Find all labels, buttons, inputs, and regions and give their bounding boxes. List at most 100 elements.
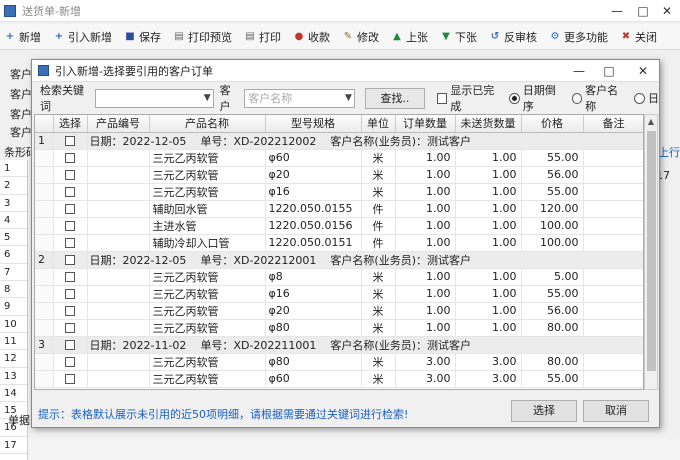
row-pending-qty: 1.00	[455, 234, 522, 252]
group-select-cell[interactable]	[53, 251, 88, 269]
header-unit[interactable]: 单位	[361, 115, 396, 133]
order-line-row[interactable]: 辅助冷却入口管 1220.050.0151 件 1.00 1.00 100.00	[35, 234, 643, 252]
main-title-bar: 送货单-新增 — □ ✕	[0, 0, 680, 22]
order-line-row[interactable]: 三元乙丙软管 φ16 米 1.00 1.00 55.00	[35, 183, 643, 201]
checkbox[interactable]	[65, 272, 75, 282]
scroll-thumb[interactable]	[647, 131, 656, 371]
row-select-cell[interactable]	[53, 183, 88, 201]
toolbar-button-unapprove[interactable]: ↺ 反审核	[489, 29, 537, 45]
toolbar-button-up-arrow[interactable]: ▲ 上张	[391, 29, 428, 45]
row-select-cell[interactable]	[53, 149, 88, 167]
sort-date-desc-radio[interactable]: 日期倒序	[509, 82, 563, 114]
checkbox[interactable]	[65, 374, 75, 384]
row-select-cell[interactable]	[53, 268, 88, 286]
row-order-qty: 1.00	[395, 268, 456, 286]
order-line-row[interactable]: 主进水管 1220.050.0156 件 1.00 1.00 100.00	[35, 217, 643, 235]
header-pending-qty[interactable]: 未送货数量	[455, 115, 522, 133]
order-group-row[interactable]: 1 日期：2022-12-05 单号：XD-202212002 客户名称(业务员)：测…	[35, 132, 643, 150]
up-arrow-icon: ▲	[393, 30, 401, 42]
checkbox[interactable]	[65, 170, 75, 180]
checkbox[interactable]	[65, 204, 75, 214]
toolbar-button-print[interactable]: ▤ 打印	[244, 29, 281, 45]
toolbar-button-receipt[interactable]: ● 收款	[293, 29, 330, 45]
toolbar-button-more[interactable]: ⚙ 更多功能	[549, 29, 608, 45]
scroll-up-icon[interactable]: ▲	[645, 115, 657, 129]
group-customer-label: 客户名称(业务员)：	[330, 253, 427, 267]
checkbox[interactable]	[65, 323, 75, 333]
order-group-row[interactable]: 2 日期：2022-12-05 单号：XD-202212001 客户名称(业务员)：测…	[35, 251, 643, 269]
order-line-row[interactable]: 三元乙丙软管 φ80 米 3.00 3.00 80.00	[35, 353, 643, 371]
sort-customer-radio[interactable]: 客户名称	[571, 82, 626, 114]
show-completed-checkbox[interactable]: 显示已完成	[436, 82, 502, 114]
radio-unselected[interactable]	[571, 92, 583, 104]
row-select-cell[interactable]	[53, 217, 88, 235]
row-remark	[583, 183, 643, 201]
maximize-button[interactable]: □	[630, 0, 656, 22]
checkbox[interactable]	[65, 306, 75, 316]
radio-unselected[interactable]	[634, 92, 645, 104]
order-line-row[interactable]: 三元乙丙软管 φ16 米 1.00 1.00 55.00	[35, 285, 643, 303]
row-pending-qty: 1.00	[455, 285, 522, 303]
header-product-code[interactable]: 产品编号	[87, 115, 150, 133]
order-line-row[interactable]: 三元乙丙软管 φ60 米 1.00 1.00 55.00	[35, 149, 643, 167]
close-window-button[interactable]: ✕	[654, 0, 680, 22]
grid-vertical-scrollbar[interactable]: ▲	[644, 114, 658, 390]
header-spec[interactable]: 型号规格	[265, 115, 362, 133]
toolbar-button-add[interactable]: + 新增	[4, 29, 41, 45]
row-select-cell[interactable]	[53, 302, 88, 320]
order-line-row[interactable]: 三元乙丙软管 φ20 米 1.00 1.00 56.00	[35, 166, 643, 184]
row-product-code	[87, 285, 150, 303]
checkbox-box[interactable]	[436, 92, 448, 104]
toolbar-button-print-preview[interactable]: ▤ 打印预览	[173, 29, 232, 45]
query-button[interactable]: 查找..	[364, 87, 425, 109]
header-product-name[interactable]: 产品名称	[149, 115, 266, 133]
row-select-cell[interactable]	[53, 285, 88, 303]
minimize-button[interactable]: —	[604, 0, 630, 22]
toolbar-button-close[interactable]: ✖ 关闭	[620, 29, 657, 45]
dialog-close-button[interactable]: ✕	[630, 60, 656, 82]
cancel-button[interactable]: 取消	[583, 400, 649, 422]
checkbox[interactable]	[65, 340, 75, 350]
order-line-row[interactable]: 三元乙丙软管 φ8 米 1.00 1.00 5.00	[35, 268, 643, 286]
toolbar-button-edit[interactable]: ✎ 修改	[342, 29, 379, 45]
checkbox[interactable]	[65, 187, 75, 197]
row-select-cell[interactable]	[53, 319, 88, 337]
checkbox[interactable]	[65, 153, 75, 163]
chevron-down-icon[interactable]: ▼	[345, 90, 352, 107]
checkbox[interactable]	[65, 289, 75, 299]
row-select-cell[interactable]	[53, 353, 88, 371]
header-price[interactable]: 价格	[521, 115, 584, 133]
checkbox[interactable]	[65, 136, 75, 146]
radio-selected[interactable]	[509, 92, 520, 104]
toolbar-button-down-arrow[interactable]: ▼ 下张	[440, 29, 477, 45]
checkbox[interactable]	[65, 221, 75, 231]
dialog-maximize-button[interactable]: □	[596, 60, 622, 82]
row-select-cell[interactable]	[53, 234, 88, 252]
toolbar-button-import[interactable]: + 引入新增	[53, 29, 112, 45]
select-button[interactable]: 选择	[511, 400, 577, 422]
checkbox[interactable]	[65, 357, 75, 367]
row-unit: 件	[361, 234, 396, 252]
row-select-cell[interactable]	[53, 370, 88, 388]
order-line-row[interactable]: 三元乙丙软管 φ80 米 1.00 1.00 80.00	[35, 319, 643, 337]
checkbox[interactable]	[65, 238, 75, 248]
order-line-row[interactable]: 辅助回水管 1220.050.0155 件 1.00 1.00 120.00	[35, 200, 643, 218]
header-remark[interactable]: 备注	[583, 115, 643, 133]
order-group-row[interactable]: 3 日期：2022-11-02 单号：XD-202211001 客户名称(业务员)：测…	[35, 336, 643, 354]
group-select-cell[interactable]	[53, 336, 88, 354]
order-line-row[interactable]: 三元乙丙软管 φ20 米 1.00 1.00 56.00	[35, 302, 643, 320]
previous-row-link[interactable]: 上行	[658, 144, 680, 160]
row-select-cell[interactable]	[53, 200, 88, 218]
checkbox[interactable]	[65, 255, 75, 265]
row-select-cell[interactable]	[53, 166, 88, 184]
dialog-minimize-button[interactable]: —	[566, 60, 592, 82]
sort-third-radio[interactable]: 日	[634, 90, 659, 106]
order-line-row[interactable]: 三元乙丙软管 φ60 米 3.00 3.00 55.00	[35, 370, 643, 388]
keyword-combobox[interactable]: ▼	[95, 88, 214, 108]
chevron-down-icon[interactable]: ▼	[204, 90, 211, 107]
toolbar-button-save[interactable]: ■ 保存	[124, 29, 161, 45]
customer-combobox[interactable]: 客户名称 ▼	[244, 88, 355, 108]
header-order-qty[interactable]: 订单数量	[395, 115, 456, 133]
header-select[interactable]: 选择	[53, 115, 88, 133]
group-select-cell[interactable]	[53, 132, 88, 150]
